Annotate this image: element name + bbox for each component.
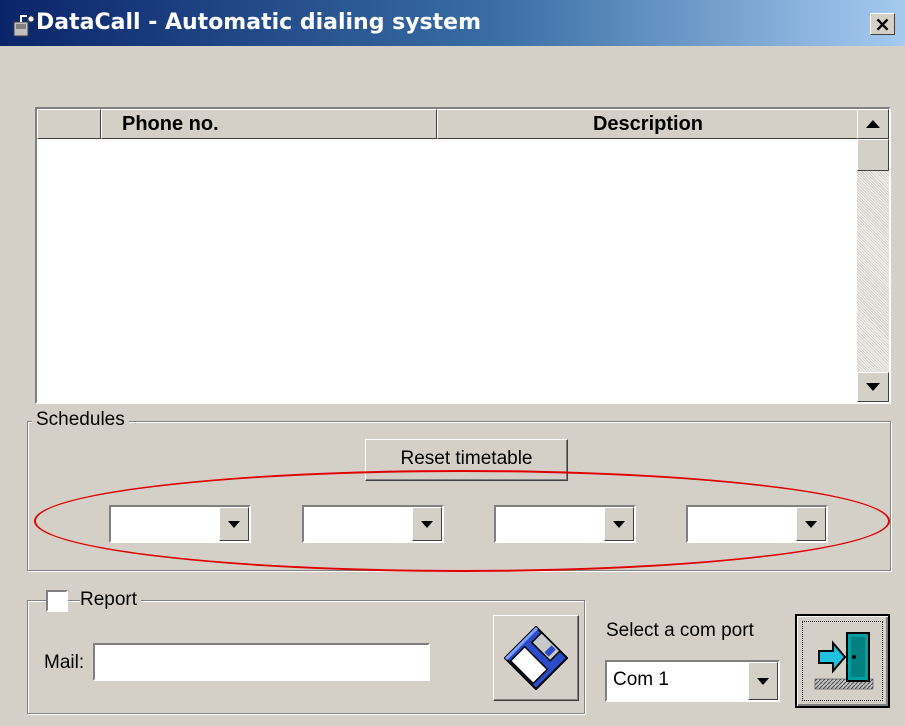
- schedule-combo-4[interactable]: [686, 505, 828, 543]
- dropdown-arrow-icon[interactable]: [412, 507, 442, 541]
- scroll-up-button[interactable]: [857, 109, 889, 139]
- column-header-description[interactable]: Description: [437, 109, 859, 139]
- title-bar[interactable]: DataCall - Automatic dialing system ×: [0, 0, 905, 46]
- scroll-down-arrow-icon: [866, 383, 880, 391]
- schedule-combo-1[interactable]: [109, 505, 251, 543]
- main-window: DataCall - Automatic dialing system × Ph…: [0, 0, 905, 726]
- schedule-combo-2[interactable]: [302, 505, 444, 543]
- scroll-up-arrow-icon: [866, 120, 880, 128]
- window-title: DataCall - Automatic dialing system: [36, 10, 482, 35]
- column-header-phone-no[interactable]: Phone no.: [101, 109, 437, 139]
- com-port-value: Com 1: [613, 669, 669, 690]
- com-port-select[interactable]: Com 1: [605, 660, 780, 702]
- dropdown-arrow-icon[interactable]: [604, 507, 634, 541]
- phone-list-grid[interactable]: Phone no. Description: [35, 107, 891, 404]
- reset-timetable-button[interactable]: Reset timetable: [365, 439, 568, 481]
- exit-door-icon: [814, 632, 874, 690]
- dropdown-arrow-icon[interactable]: [219, 507, 249, 541]
- phone-icon: [13, 15, 35, 37]
- column-header-row-indicator[interactable]: [37, 109, 101, 139]
- report-checkbox[interactable]: [46, 590, 68, 612]
- close-icon: ×: [874, 12, 891, 36]
- dropdown-arrow-icon[interactable]: [748, 662, 778, 700]
- exit-button[interactable]: [795, 614, 890, 708]
- mail-input[interactable]: [93, 643, 430, 681]
- vertical-scrollbar[interactable]: [857, 109, 889, 402]
- report-checkbox-label[interactable]: Report: [80, 589, 142, 611]
- grid-header: Phone no. Description: [37, 109, 859, 139]
- com-port-label: Select a com port: [606, 620, 754, 641]
- scroll-thumb[interactable]: [857, 139, 889, 171]
- dropdown-arrow-icon[interactable]: [796, 507, 826, 541]
- schedules-label: Schedules: [32, 409, 129, 431]
- save-button[interactable]: [493, 615, 579, 701]
- close-button[interactable]: ×: [870, 13, 895, 35]
- scroll-down-button[interactable]: [857, 372, 889, 402]
- schedule-combo-3[interactable]: [494, 505, 636, 543]
- floppy-disk-icon: [503, 625, 569, 691]
- mail-label: Mail:: [44, 652, 85, 673]
